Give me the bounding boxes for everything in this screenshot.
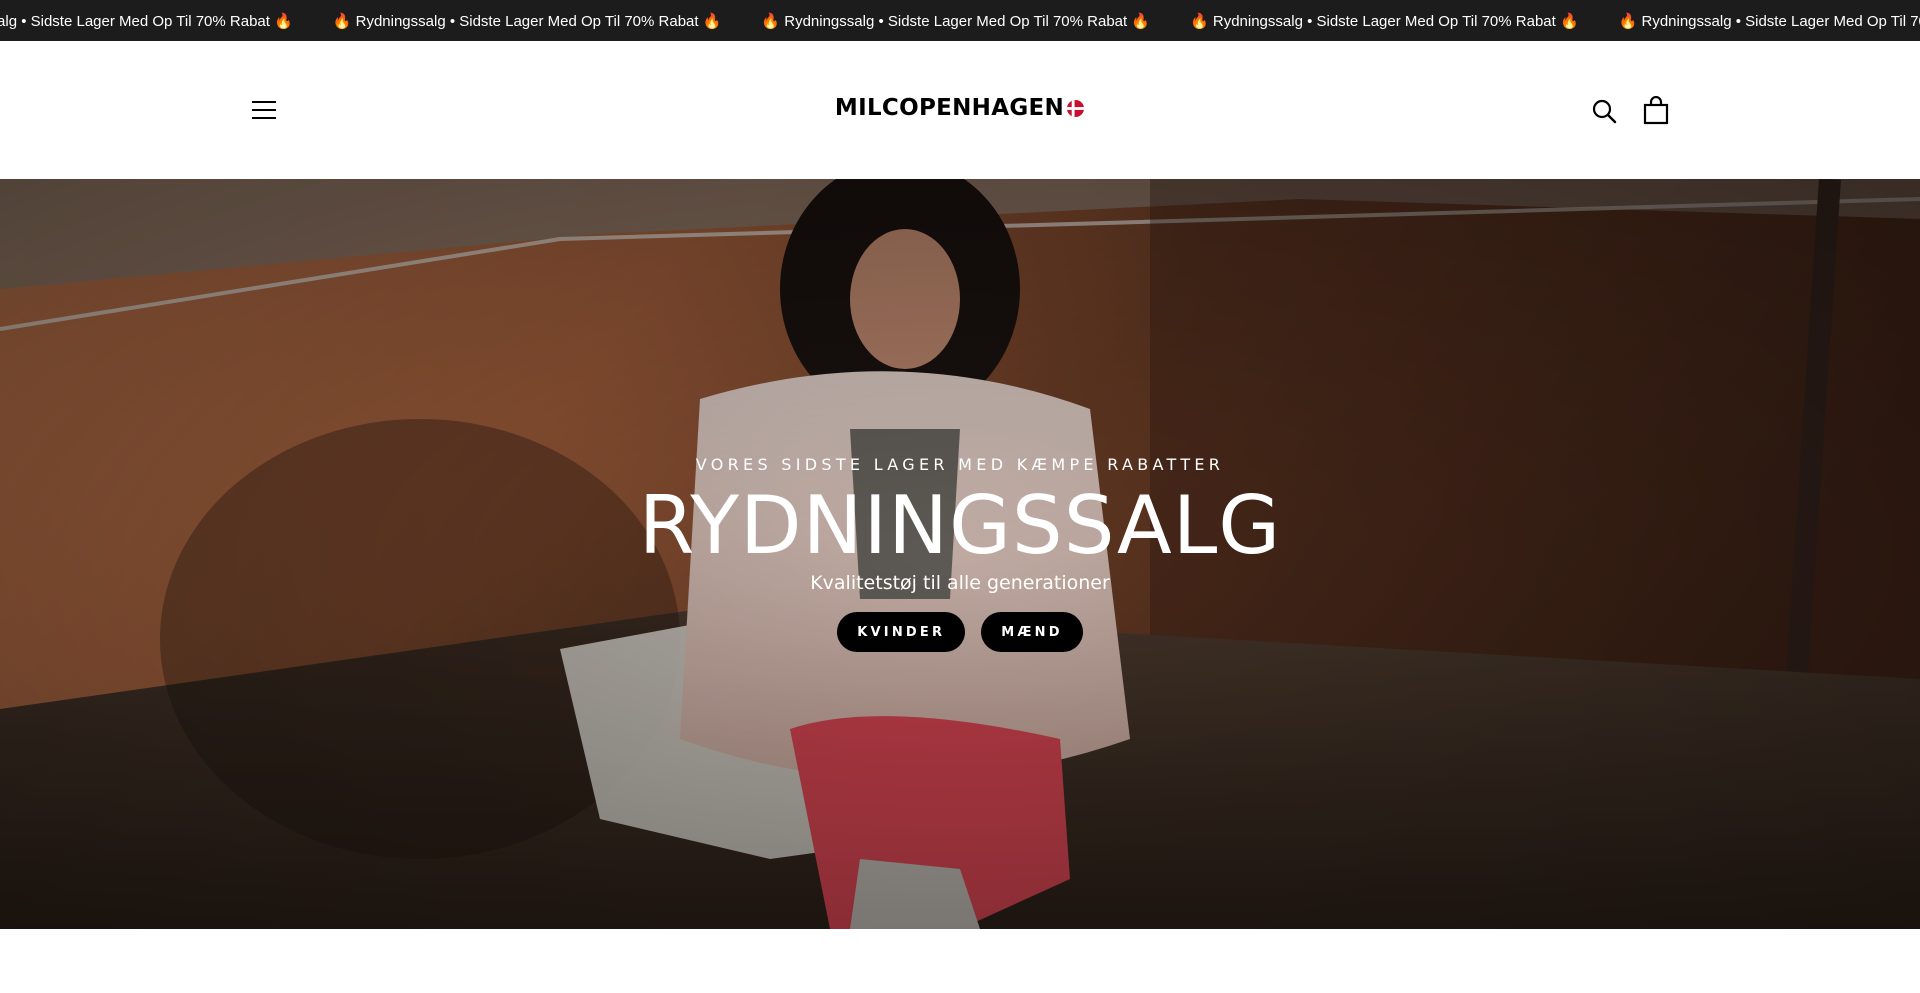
announcement-text: 🔥 Rydningssalg • Sidste Lager Med Op Til… <box>332 12 722 30</box>
announcement-text: 🔥 Rydningssalg • Sidste Lager Med Op Til… <box>1190 12 1579 30</box>
announcement-text: 🔥 Rydningssalg • Sidste Lager Med Op Til… <box>761 12 1151 30</box>
search-button[interactable] <box>1590 97 1618 125</box>
logo-link[interactable]: MILCOPENHAGEN <box>835 95 1085 121</box>
announcement-bar: ingssalg • Sidste Lager Med Op Til 70% R… <box>0 0 1920 41</box>
search-icon <box>1592 99 1617 124</box>
danish-flag-icon <box>1067 99 1085 117</box>
hero-kicker: VORES SIDSTE LAGER MED KÆMPE RABATTER <box>695 455 1225 474</box>
hero-title: RYDNINGSSALG <box>638 479 1282 572</box>
cart-button[interactable] <box>1642 95 1670 126</box>
announcement-text: ingssalg • Sidste Lager Med Op Til 70% R… <box>0 12 293 30</box>
hero-button-group: KVINDER MÆND <box>0 612 1920 652</box>
announcement-text: 🔥 Rydningssalg • Sidste Lager Med Op Til… <box>1618 12 1920 30</box>
women-button[interactable]: KVINDER <box>837 612 966 652</box>
site-header: MILCOPENHAGEN <box>0 41 1920 179</box>
hero-subtitle: Kvalitetstøj til alle generationer <box>810 572 1110 594</box>
announcement-marquee: ingssalg • Sidste Lager Med Op Til 70% R… <box>0 0 1920 41</box>
shopping-bag-icon <box>1643 95 1669 125</box>
hero-banner: VORES SIDSTE LAGER MED KÆMPE RABATTER RY… <box>0 179 1920 929</box>
hero-content: VORES SIDSTE LAGER MED KÆMPE RABATTER RY… <box>0 455 1920 652</box>
logo-text: MILCOPENHAGEN <box>834 95 1065 121</box>
logo-container: MILCOPENHAGEN <box>0 95 1920 125</box>
men-button[interactable]: MÆND <box>981 612 1083 652</box>
